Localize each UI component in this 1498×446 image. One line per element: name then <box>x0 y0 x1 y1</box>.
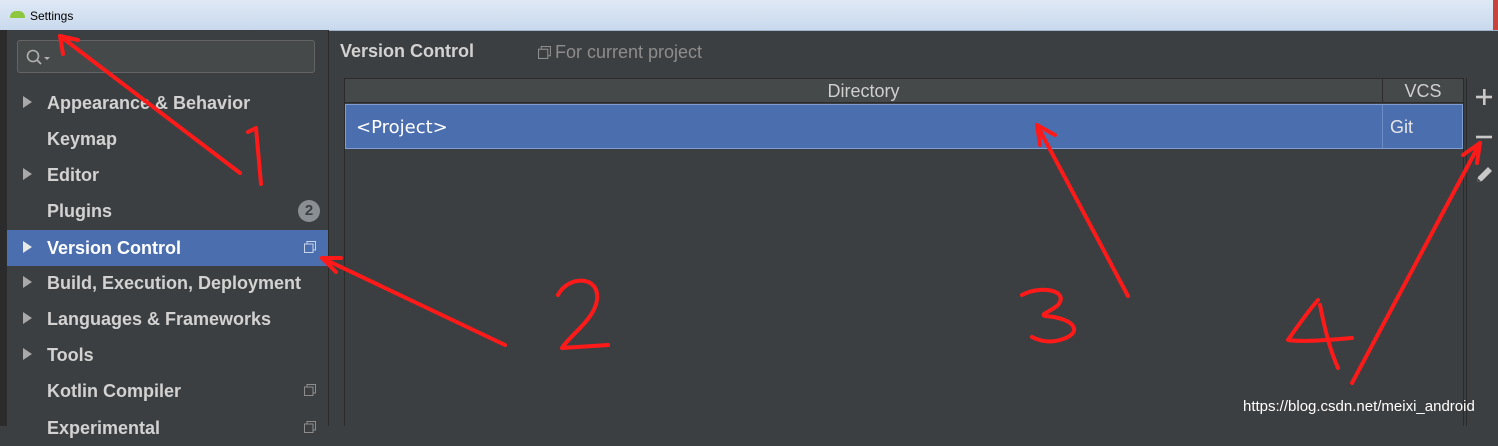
left-edge <box>0 30 7 426</box>
project-scope-icon <box>304 384 316 396</box>
expand-arrow-icon[interactable] <box>23 96 32 108</box>
expand-arrow-icon[interactable] <box>23 241 32 253</box>
sidebar-item-appearance-behavior[interactable]: Appearance & Behavior <box>7 85 328 121</box>
close-button[interactable] <box>1493 0 1498 30</box>
sidebar-item-plugins[interactable]: Plugins 2 <box>7 193 328 229</box>
project-scope-icon <box>304 241 316 253</box>
sidebar-item-build-execution-deployment[interactable]: Build, Execution, Deployment <box>7 265 328 301</box>
remove-icon[interactable] <box>1473 126 1495 148</box>
watermark-text: https://blog.csdn.net/meixi_android <box>1243 398 1475 415</box>
project-scope-icon <box>538 46 551 59</box>
search-icon <box>26 49 50 65</box>
search-input[interactable] <box>17 40 315 73</box>
sidebar-item-experimental[interactable]: Experimental <box>7 410 328 446</box>
add-icon[interactable] <box>1473 86 1495 108</box>
plugins-update-badge: 2 <box>298 200 320 222</box>
settings-sidebar: Appearance & Behavior Keymap Editor Plug… <box>7 30 328 438</box>
window-title: Settings <box>30 9 74 23</box>
panel-divider[interactable] <box>328 30 329 426</box>
directory-cell[interactable]: <Project> <box>356 117 448 138</box>
table-toolbar <box>1466 78 1498 426</box>
page-title: Version Control <box>340 41 475 61</box>
android-studio-icon <box>10 11 25 18</box>
sidebar-item-version-control[interactable]: Version Control <box>7 230 328 266</box>
table-row[interactable]: <Project> Git <box>345 104 1463 149</box>
window-titlebar: Settings <box>0 0 1498 31</box>
scope-label: For current project <box>538 42 702 63</box>
sidebar-item-editor[interactable]: Editor <box>7 157 328 193</box>
scope-label-text: For current project <box>555 42 703 62</box>
sidebar-item-kotlin-compiler[interactable]: Kotlin Compiler <box>7 373 328 409</box>
expand-arrow-icon[interactable] <box>23 276 32 288</box>
vcs-cell[interactable]: Git <box>1390 117 1413 138</box>
column-header-vcs[interactable]: VCS <box>1383 79 1463 103</box>
sidebar-item-tools[interactable]: Tools <box>7 337 328 373</box>
sidebar-item-languages-frameworks[interactable]: Languages & Frameworks <box>7 301 328 337</box>
expand-arrow-icon[interactable] <box>23 312 32 324</box>
sidebar-item-keymap[interactable]: Keymap <box>7 121 328 157</box>
expand-arrow-icon[interactable] <box>23 348 32 360</box>
column-separator <box>1382 105 1383 148</box>
edit-icon[interactable] <box>1473 164 1495 186</box>
expand-arrow-icon[interactable] <box>23 168 32 180</box>
vcs-mappings-table: Directory VCS <Project> Git <box>344 78 1464 426</box>
project-scope-icon <box>304 421 316 433</box>
column-header-directory[interactable]: Directory <box>345 79 1383 103</box>
